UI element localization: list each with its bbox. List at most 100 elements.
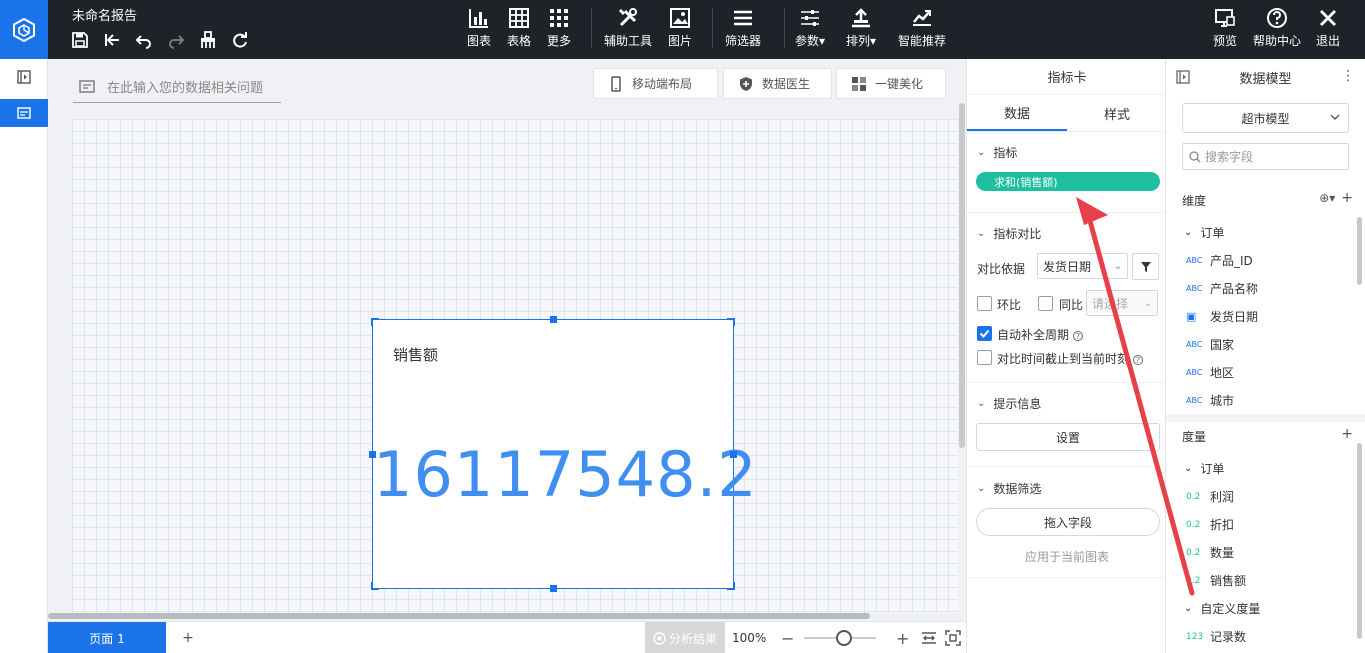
resize-handle[interactable]	[550, 585, 557, 592]
yoy-compare-label: 同比	[1059, 298, 1084, 312]
redo-icon[interactable]	[166, 30, 186, 50]
section-divider[interactable]	[1166, 414, 1365, 422]
mobile-icon	[611, 75, 621, 92]
globe-icon[interactable]: ⊕▾	[1319, 191, 1335, 205]
resize-handle[interactable]	[727, 582, 735, 590]
table-icon	[508, 6, 530, 30]
auto-fill-checkbox[interactable]	[977, 326, 992, 341]
help-icon[interactable]: ?	[1133, 354, 1144, 365]
smart-recommend-tool[interactable]: 智能推荐	[898, 6, 946, 52]
tab-style[interactable]: 样式	[1067, 95, 1167, 131]
metric-section-header[interactable]: ⌄ 指标	[977, 144, 1017, 161]
report-page-button[interactable]	[0, 99, 48, 127]
field-search-input[interactable]: 搜索字段	[1182, 143, 1349, 170]
resize-handle[interactable]	[371, 582, 379, 590]
monitor-icon	[1214, 6, 1236, 30]
resize-handle[interactable]	[369, 451, 376, 458]
setup-button[interactable]: 设置	[976, 423, 1160, 451]
back-icon[interactable]	[102, 30, 122, 50]
more-vertical-icon[interactable]: ⋮	[1341, 68, 1355, 84]
trend-chart-icon	[911, 6, 933, 30]
close-icon	[1317, 6, 1339, 30]
resize-handle[interactable]	[371, 318, 379, 326]
filter-button[interactable]	[1132, 253, 1159, 280]
chat-icon	[79, 79, 95, 93]
filter-tool[interactable]: 筛选器	[725, 6, 761, 52]
measure-field[interactable]: 0.2 折扣	[1186, 516, 1234, 533]
report-title[interactable]: 未命名报告	[72, 5, 137, 24]
dimension-field[interactable]: ABC 地区	[1186, 364, 1234, 381]
number-type-icon: 0.2	[1186, 491, 1201, 502]
compare-section-header[interactable]: ⌄ 指标对比	[977, 225, 1041, 242]
cutoff-checkbox[interactable]	[977, 350, 992, 365]
period-select[interactable]: 请选择 ⌄	[1086, 290, 1158, 316]
save-icon[interactable]	[70, 30, 90, 50]
measure-field[interactable]: 123 记录数	[1186, 628, 1246, 645]
resize-handle[interactable]	[730, 451, 737, 458]
yoy-compare-checkbox[interactable]	[1038, 296, 1053, 311]
refresh-icon[interactable]	[230, 30, 250, 50]
chart-tool[interactable]: 图表	[467, 6, 491, 52]
arrange-tool[interactable]: 排列▾	[846, 6, 876, 52]
ring-compare-checkbox[interactable]	[977, 296, 992, 311]
resize-handle[interactable]	[727, 318, 735, 326]
tab-data[interactable]: 数据	[967, 95, 1067, 131]
number-type-icon: 0.2	[1186, 519, 1201, 530]
metric-pill[interactable]: 求和(销售额)	[976, 172, 1160, 191]
undo-icon[interactable]	[134, 30, 154, 50]
question-input[interactable]: 在此输入您的数据相关问题	[73, 71, 281, 103]
add-icon[interactable]: +	[1341, 190, 1353, 206]
assist-tool[interactable]: 辅助工具	[604, 6, 652, 52]
dimension-field[interactable]: ABC 产品_ID	[1186, 252, 1253, 269]
text-type-icon: ABC	[1186, 396, 1203, 405]
help-icon[interactable]: ?	[1073, 330, 1084, 341]
table-tool[interactable]: 表格	[507, 6, 531, 52]
dimension-field[interactable]: ABC 城市	[1186, 392, 1234, 409]
app-logo[interactable]	[0, 0, 48, 59]
dimension-scrollbar[interactable]	[1357, 217, 1362, 285]
dimension-field[interactable]: ABC 国家	[1186, 336, 1234, 353]
help-center-tool[interactable]: 帮助中心	[1253, 6, 1301, 52]
horizontal-scrollbar[interactable]	[48, 613, 870, 619]
exit-tool[interactable]: 退出	[1316, 6, 1340, 52]
report-canvas[interactable]: 销售额 16117548.2	[72, 119, 958, 613]
image-tool[interactable]: 图片	[668, 6, 692, 52]
measure-group-toggle[interactable]: ⌄ 订单	[1184, 460, 1224, 477]
dimension-group-toggle[interactable]: ⌄ 订单	[1184, 224, 1224, 241]
resize-handle[interactable]	[550, 316, 557, 323]
fit-width-icon[interactable]	[921, 630, 937, 646]
drag-field-dropzone[interactable]: 拖入字段	[976, 508, 1160, 536]
beautify-button[interactable]: 一键美化	[836, 68, 946, 99]
filter-section-header[interactable]: ⌄ 数据筛选	[977, 480, 1041, 497]
kpi-card[interactable]: 销售额 16117548.2	[369, 316, 757, 592]
params-tool[interactable]: 参数▾	[795, 6, 825, 52]
dimension-field[interactable]: ABC 产品名称	[1186, 280, 1258, 297]
measure-field[interactable]: 0.2 数量	[1186, 544, 1234, 561]
zoom-slider-handle[interactable]	[836, 630, 852, 646]
measure-field[interactable]: 0.2 销售额	[1186, 572, 1246, 589]
more-tool[interactable]: 更多	[547, 6, 571, 52]
compare-basis-select[interactable]: 发货日期 ⌄	[1037, 253, 1128, 279]
chevron-down-icon: ⌄	[977, 483, 986, 494]
expand-panel-button[interactable]	[0, 63, 48, 91]
kpi-label: 销售额	[393, 346, 439, 364]
measure-scrollbar[interactable]	[1357, 443, 1362, 639]
tip-section-header[interactable]: ⌄ 提示信息	[977, 395, 1041, 412]
text-type-icon: ABC	[1186, 368, 1203, 377]
model-select[interactable]: 超市模型	[1182, 103, 1349, 133]
add-icon[interactable]: +	[1341, 426, 1353, 442]
zoom-out-button[interactable]: −	[781, 622, 794, 653]
page-tab[interactable]: 页面 1	[48, 622, 166, 653]
data-doctor-button[interactable]: 数据医生	[723, 68, 832, 99]
mobile-layout-button[interactable]: 移动端布局	[593, 68, 718, 99]
analysis-result-button[interactable]: 分析结果	[645, 622, 725, 653]
custom-measure-group-toggle[interactable]: ⌄ 自定义度量	[1184, 600, 1260, 617]
fit-screen-icon[interactable]	[945, 630, 961, 646]
measure-field[interactable]: 0.2 利润	[1186, 488, 1234, 505]
zoom-in-button[interactable]: +	[896, 622, 909, 653]
format-brush-icon[interactable]	[198, 30, 218, 50]
vertical-scrollbar[interactable]	[959, 103, 965, 448]
preview-tool[interactable]: 预览	[1213, 6, 1237, 52]
dimension-field[interactable]: ▣ 发货日期	[1186, 308, 1258, 325]
add-page-button[interactable]: +	[178, 622, 198, 653]
